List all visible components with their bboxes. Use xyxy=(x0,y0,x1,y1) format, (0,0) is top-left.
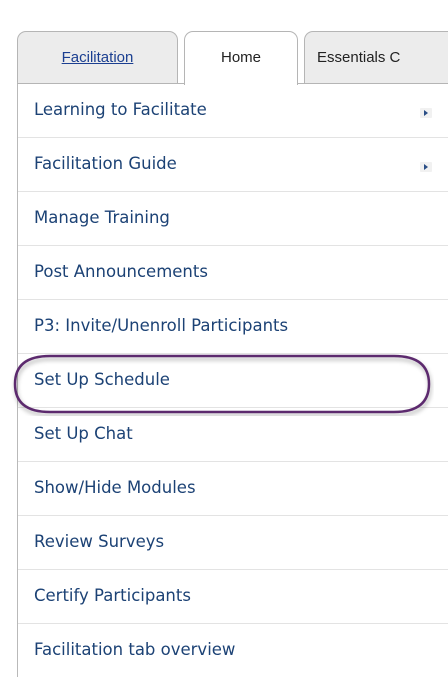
facilitation-menu-page: Facilitation Home Essentials C Learning … xyxy=(0,0,448,677)
menu-item-label: Review Surveys xyxy=(34,532,165,551)
menu-item-learning-to-facilitate[interactable]: Learning to Facilitate xyxy=(18,84,448,138)
menu-item-set-up-chat[interactable]: Set Up Chat xyxy=(18,408,448,462)
menu-item-invite-unenroll-participants[interactable]: P3: Invite/Unenroll Participants xyxy=(18,300,448,354)
menu-item-label: Learning to Facilitate xyxy=(34,100,207,119)
menu-item-review-surveys[interactable]: Review Surveys xyxy=(18,516,448,570)
submenu-arrow-icon xyxy=(420,162,432,172)
tab-home-label: Home xyxy=(220,49,261,66)
menu-item-label: P3: Invite/Unenroll Participants xyxy=(34,316,289,335)
tab-facilitation-label: Facilitation xyxy=(61,49,134,66)
menu-item-post-announcements[interactable]: Post Announcements xyxy=(18,246,448,300)
menu-item-set-up-schedule[interactable]: Set Up Schedule xyxy=(18,354,448,408)
menu-item-facilitation-tab-overview[interactable]: Facilitation tab overview xyxy=(18,624,448,677)
menu-item-label: Facilitation Guide xyxy=(34,154,177,173)
menu-item-label: Manage Training xyxy=(34,208,170,227)
menu-item-label: Post Announcements xyxy=(34,262,208,281)
facilitation-menu: Learning to Facilitate Facilitation Guid… xyxy=(18,84,448,677)
menu-item-show-hide-modules[interactable]: Show/Hide Modules xyxy=(18,462,448,516)
menu-item-label: Set Up Schedule xyxy=(34,370,170,389)
menu-item-label: Set Up Chat xyxy=(34,424,133,443)
menu-item-facilitation-guide[interactable]: Facilitation Guide xyxy=(18,138,448,192)
menu-item-certify-participants[interactable]: Certify Participants xyxy=(18,570,448,624)
tab-essentials[interactable]: Essentials C xyxy=(304,31,448,83)
menu-item-manage-training[interactable]: Manage Training xyxy=(18,192,448,246)
tab-essentials-label: Essentials C xyxy=(317,49,401,66)
menu-item-label: Show/Hide Modules xyxy=(34,478,196,497)
tab-home[interactable]: Home xyxy=(184,31,298,85)
tab-strip: Facilitation Home Essentials C xyxy=(0,0,448,85)
submenu-arrow-icon xyxy=(420,108,432,118)
menu-item-label: Facilitation tab overview xyxy=(34,640,236,659)
menu-item-label: Certify Participants xyxy=(34,586,191,605)
tab-facilitation[interactable]: Facilitation xyxy=(17,31,178,83)
